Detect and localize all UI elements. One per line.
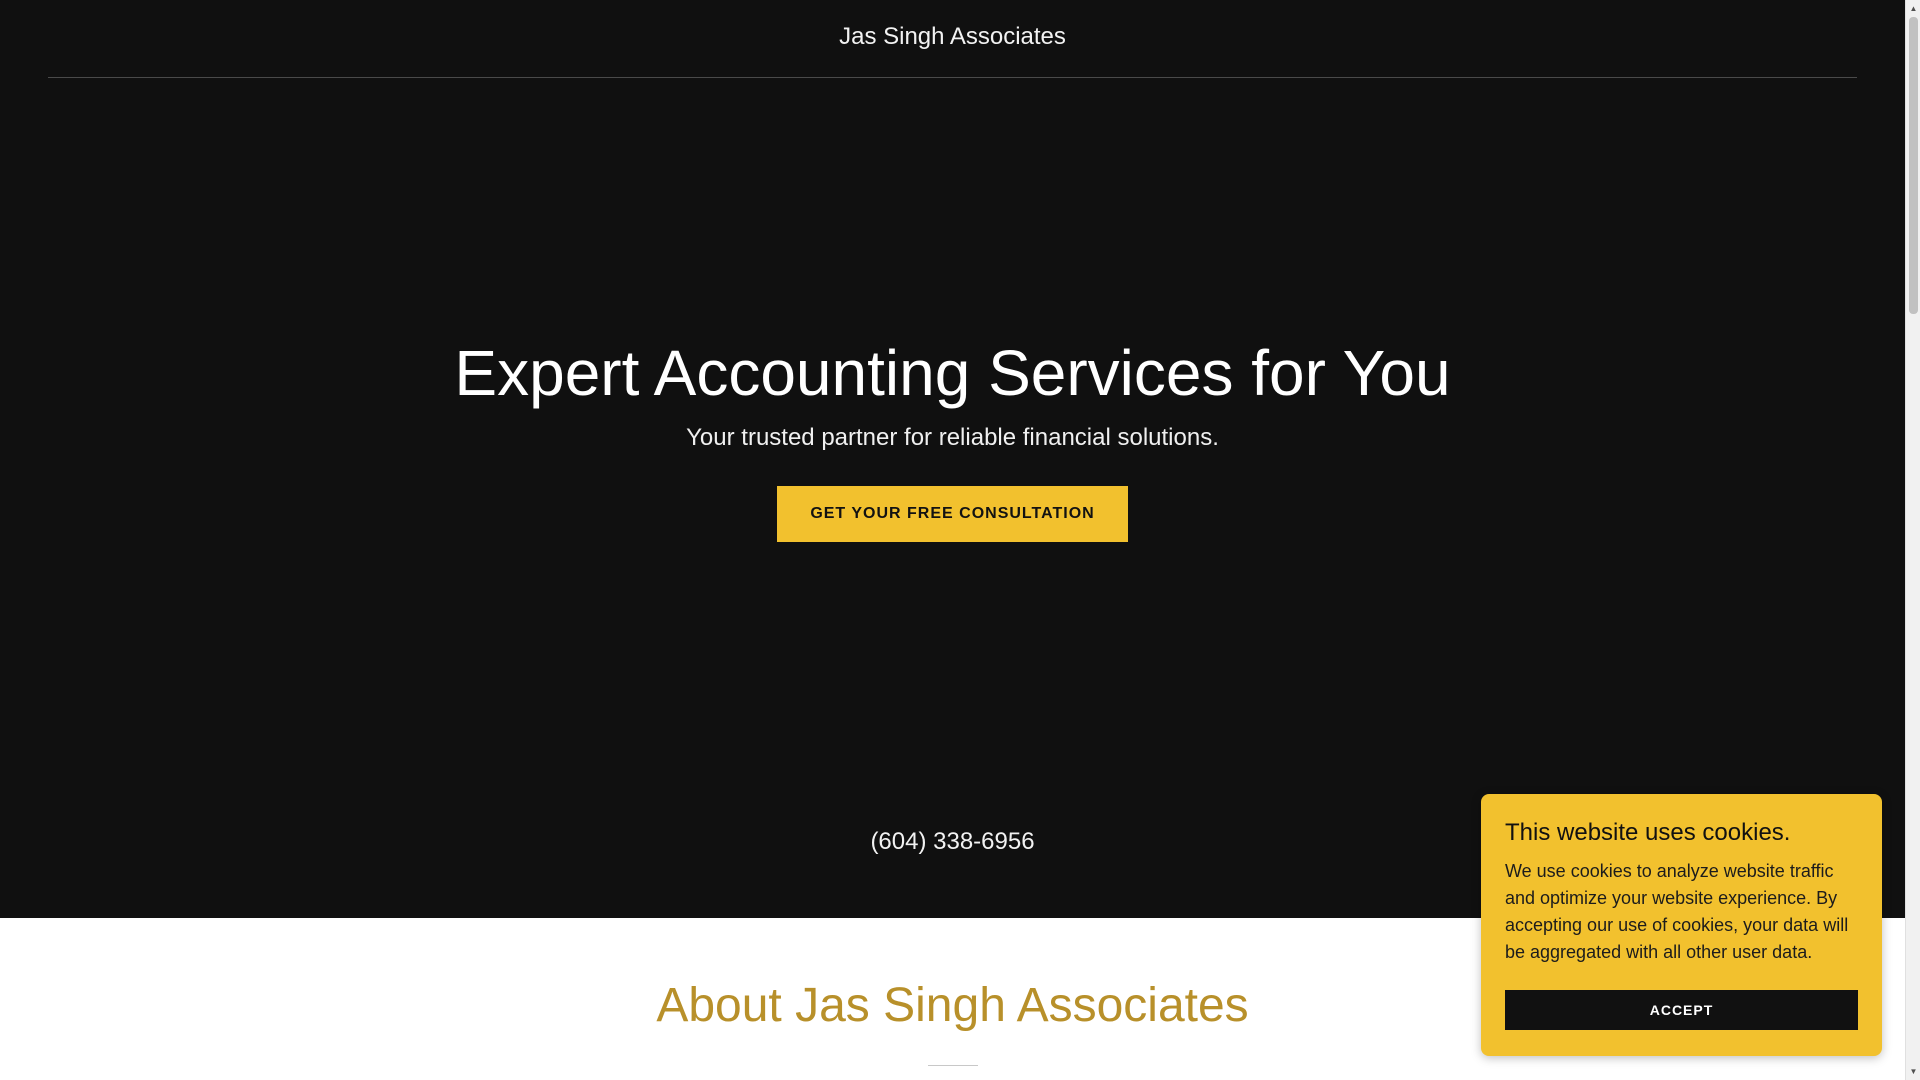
scroll-down-icon[interactable]: ▼ [1906,1063,1920,1080]
cookie-banner: This website uses cookies. We use cookie… [1481,794,1882,1056]
cookie-body: We use cookies to analyze website traffi… [1505,861,1849,962]
about-divider [928,1065,978,1066]
hero-heading: Expert Accounting Services for You [454,337,1451,409]
scroll-up-icon[interactable]: ▲ [1906,0,1920,17]
free-consultation-button[interactable]: GET YOUR FREE CONSULTATION [777,486,1128,542]
cookie-accept-button[interactable]: ACCEPT [1505,990,1858,1030]
page-scrollbar[interactable]: ▲ ▼ [1905,0,1920,1080]
page: Jas Singh Associates Expert Accounting S… [0,0,1905,1080]
hero-content: Expert Accounting Services for You Your … [0,330,1905,542]
hero-subheading: Your trusted partner for reliable financ… [686,424,1219,451]
scroll-thumb[interactable] [1909,17,1918,314]
site-header: Jas Singh Associates [48,0,1857,78]
hero-section: Jas Singh Associates Expert Accounting S… [0,0,1905,918]
site-title-link[interactable]: Jas Singh Associates [839,23,1066,51]
cookie-title: This website uses cookies. [1505,819,1791,846]
